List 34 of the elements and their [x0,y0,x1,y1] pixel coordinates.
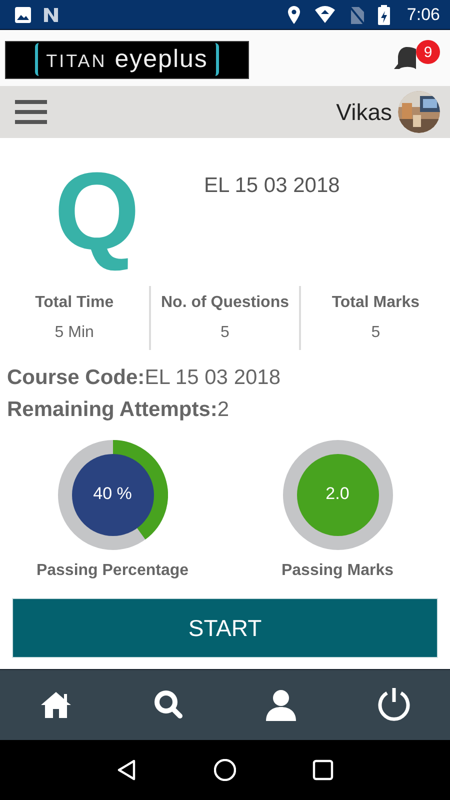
search-icon[interactable] [152,689,185,721]
stat-label: Total Time [35,294,114,312]
gauge-reading: 2.0 [324,484,350,504]
detail-text: Course Code:EL 15 03 2018 [7,366,282,390]
back-icon[interactable] [116,759,138,781]
stat-value: 5 [371,324,380,342]
gauge-reading: 40 % [92,484,133,504]
detail-text: Remaining Attempts:2 [7,398,230,422]
profile-icon[interactable] [265,689,298,721]
logo-text: eyeplus [114,45,208,74]
user-name: Vikas [336,98,392,126]
no-sim-icon [348,6,365,24]
logo-text: TITAN [46,51,107,72]
location-icon [286,4,301,24]
notification-badge: 9 [416,40,440,64]
home-button-icon[interactable] [214,759,236,781]
gauge-label: Passing Percentage [36,562,189,580]
stat-value: 5 [220,324,230,342]
home-icon[interactable] [39,690,74,720]
recents-icon[interactable] [312,759,334,781]
wifi-icon [314,6,336,24]
battery-icon [378,4,390,24]
quiz-title: EL 15 03 2018 [204,174,340,198]
menu-icon[interactable] [15,98,47,126]
image-icon [14,6,32,24]
stat-label: No. of Questions [161,294,289,312]
stat-value: 5 Min [54,324,94,342]
gauge-label: Passing Marks [281,562,394,580]
power-icon[interactable] [376,686,412,724]
clock-time: 7:06 [406,4,440,24]
n-icon [42,6,60,24]
quiz-letter: Q [53,152,141,272]
stat-label: Total Marks [332,294,420,312]
start-button[interactable]: START [12,598,438,658]
